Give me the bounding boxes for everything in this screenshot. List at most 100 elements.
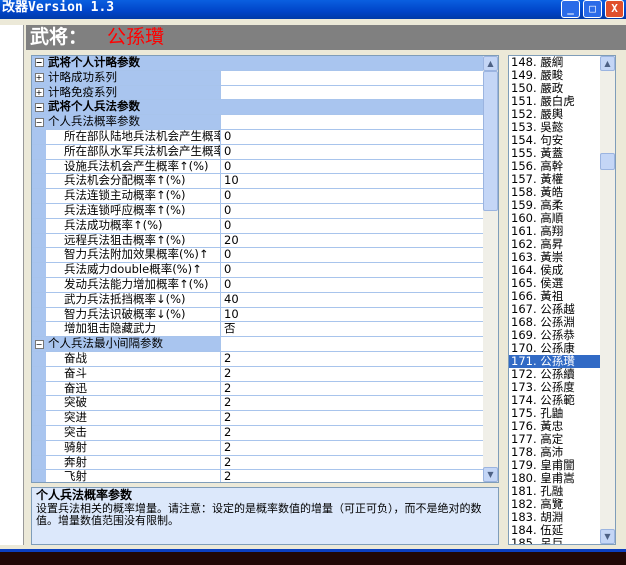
property-row[interactable]: 飞射 2 — [32, 470, 484, 482]
property-value[interactable]: 2 — [221, 440, 484, 455]
grid-scrollbar[interactable]: ▲ ▼ — [483, 56, 498, 482]
property-row[interactable]: 智力兵法附加效果概率(%)↑ 0 — [32, 248, 484, 264]
close-button[interactable]: X — [605, 0, 624, 18]
property-row[interactable]: 所在部队陆地兵法机会产生概率↑(%)0 — [32, 130, 484, 145]
gutter: − — [32, 337, 46, 351]
property-value[interactable]: 0 — [221, 204, 484, 218]
property-name: 增加狙击隐藏武力 — [46, 322, 221, 337]
gutter — [32, 425, 46, 440]
property-value[interactable]: 0 — [221, 189, 484, 203]
group-row[interactable]: − 个人兵法最小间隔参数 — [32, 337, 484, 352]
scroll-down-button[interactable]: ▼ — [483, 467, 498, 482]
property-row[interactable]: 兵法连锁主动概率↑(%) 0 — [32, 189, 484, 204]
property-row[interactable]: 突破 2 — [32, 396, 484, 412]
property-value[interactable]: 0 — [221, 144, 484, 159]
property-row[interactable]: 智力兵法识破概率↓(%) 10 — [32, 307, 484, 323]
property-name: 计略成功系列 — [46, 70, 221, 85]
property-value[interactable] — [221, 86, 484, 100]
property-grid[interactable]: − 武将个人计略参数 + 计略成功系列 + 计略免疫系列 − 武将个人兵法参数 − 个人兵法概率参… — [31, 55, 499, 483]
property-row[interactable]: 突进 2 — [32, 411, 484, 426]
gutter — [32, 248, 46, 263]
category-row[interactable]: − 武将个人兵法参数 — [32, 100, 484, 116]
property-value[interactable]: 否 — [221, 322, 484, 336]
group-row[interactable]: + 计略免疫系列 — [32, 85, 484, 101]
collapse-icon[interactable]: − — [34, 102, 44, 112]
help-text: 设置兵法相关的概率增量。请注意：设定的是概率数值的增量（可正可负），而不是绝对的… — [36, 502, 482, 527]
group-row[interactable]: − 个人兵法概率参数 — [32, 115, 484, 130]
property-name: 所在部队陆地兵法机会产生概率↑(%) — [46, 129, 221, 144]
property-value[interactable]: 0 — [221, 263, 484, 277]
property-row[interactable]: 增加狙击隐藏武力否 — [32, 322, 484, 338]
property-name: 远程兵法狙击概率↑(%) — [46, 233, 221, 248]
property-row[interactable]: 武力兵法抵挡概率↓(%) 40 — [32, 292, 484, 308]
gutter — [32, 189, 46, 203]
property-row[interactable]: 骑射 2 — [32, 440, 484, 456]
property-row[interactable]: 奋战 2 — [32, 352, 484, 367]
list-scrollbar[interactable]: ▲ ▼ — [600, 56, 615, 544]
property-name: 突进 — [46, 411, 221, 425]
property-value[interactable] — [221, 337, 484, 351]
property-row[interactable]: 所在部队水军兵法机会产生概率↑(%)0 — [32, 144, 484, 160]
property-row[interactable]: 奋斗 2 — [32, 366, 484, 382]
property-value[interactable]: 2 — [221, 366, 484, 381]
property-value[interactable]: 2 — [221, 381, 484, 396]
expand-icon[interactable]: + — [34, 87, 44, 97]
property-value[interactable]: 0 — [221, 248, 484, 262]
list-scroll-down-button[interactable]: ▼ — [600, 529, 615, 544]
list-scroll-thumb[interactable] — [600, 153, 615, 170]
property-row[interactable]: 兵法机会分配概率↑(%) 10 — [32, 174, 484, 190]
help-panel: 个人兵法概率参数 设置兵法相关的概率增量。请注意：设定的是概率数值的增量（可正可… — [31, 487, 499, 545]
property-row[interactable]: 发动兵法能力增加概率↑(%) 0 — [32, 278, 484, 293]
expand-icon[interactable]: + — [34, 73, 44, 83]
property-value[interactable]: 0 — [221, 130, 484, 144]
general-header: 武将： 公孫瓚 — [26, 25, 626, 50]
property-value[interactable]: 2 — [221, 352, 484, 366]
gutter — [32, 396, 46, 411]
property-row[interactable]: 奋迅 2 — [32, 381, 484, 397]
property-row[interactable]: 兵法成功概率↑(%) 0 — [32, 218, 484, 234]
property-value[interactable] — [221, 115, 484, 129]
property-name: 个人兵法概率参数 — [46, 115, 221, 129]
general-list[interactable]: 148. 嚴綱 149. 嚴畯 150. 嚴政 151. 嚴白虎 152. 嚴輿 153.… — [508, 55, 616, 545]
gutter — [32, 322, 46, 337]
property-value[interactable]: 10 — [221, 307, 484, 322]
gutter — [32, 470, 46, 482]
property-value[interactable]: 2 — [221, 411, 484, 425]
property-value[interactable]: 0 — [221, 278, 484, 292]
property-name: 突击 — [46, 425, 221, 440]
list-scroll-up-button[interactable]: ▲ — [600, 56, 615, 71]
maximize-button[interactable]: □ — [583, 0, 602, 18]
property-value[interactable]: 2 — [221, 396, 484, 410]
property-value[interactable]: 10 — [221, 174, 484, 188]
taskbar-background — [0, 549, 626, 565]
property-value[interactable]: 0 — [221, 218, 484, 233]
property-row[interactable]: 突击 2 — [32, 426, 484, 441]
property-row[interactable]: 设施兵法机会产生概率↑(%) 0 — [32, 159, 484, 175]
property-value[interactable]: 2 — [221, 455, 484, 470]
property-row[interactable]: 奔射 2 — [32, 455, 484, 471]
minimize-button[interactable]: _ — [561, 0, 580, 18]
property-value[interactable]: 40 — [221, 292, 484, 307]
list-item[interactable]: 185. 呂巨 — [509, 537, 600, 545]
scroll-up-button[interactable]: ▲ — [483, 56, 498, 71]
collapse-icon[interactable]: − — [34, 339, 44, 349]
property-value[interactable]: 0 — [221, 159, 484, 174]
group-row[interactable]: + 计略成功系列 — [32, 70, 484, 86]
property-row[interactable]: 远程兵法狙击概率↑(%) 20 — [32, 233, 484, 249]
property-value[interactable] — [221, 71, 484, 85]
property-name: 武将个人兵法参数 — [48, 100, 140, 114]
category-row[interactable]: − 武将个人计略参数 — [32, 56, 484, 71]
gutter — [32, 307, 46, 322]
property-value[interactable]: 20 — [221, 233, 484, 248]
property-value[interactable]: 2 — [221, 470, 484, 482]
property-row[interactable]: 兵法连锁呼应概率↑(%) 0 — [32, 204, 484, 219]
property-name: 个人兵法最小间隔参数 — [46, 337, 221, 351]
property-value[interactable]: 2 — [221, 426, 484, 440]
property-name: 奔射 — [46, 455, 221, 470]
gutter — [32, 174, 46, 189]
gutter: + — [32, 70, 46, 85]
collapse-icon[interactable]: − — [34, 58, 44, 68]
collapse-icon[interactable]: − — [34, 117, 44, 127]
property-row[interactable]: 兵法威力double概率(%)↑ 0 — [32, 263, 484, 278]
scroll-thumb[interactable] — [483, 71, 498, 211]
